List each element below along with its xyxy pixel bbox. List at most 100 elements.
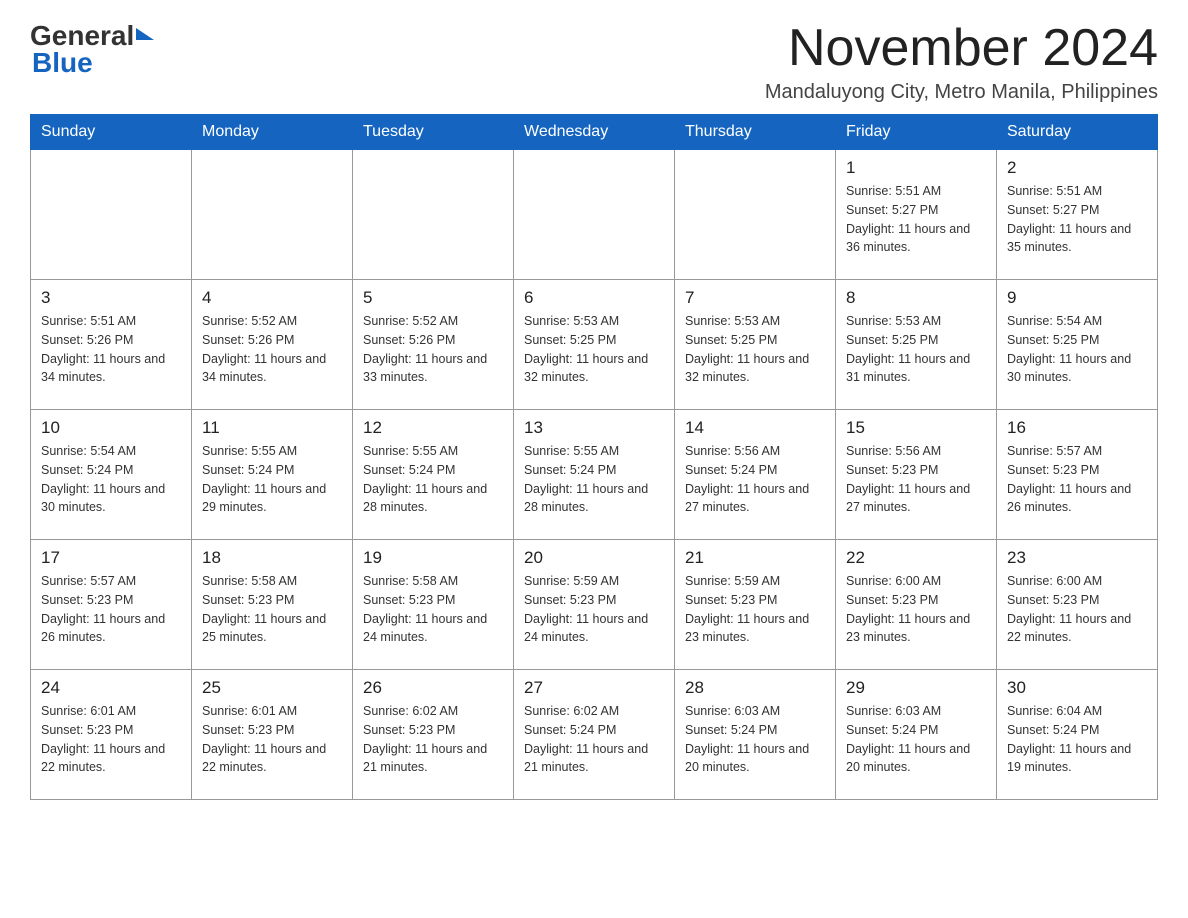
day-info: Sunrise: 5:51 AMSunset: 5:26 PMDaylight:… [41,312,181,387]
day-info: Sunrise: 5:55 AMSunset: 5:24 PMDaylight:… [524,442,664,517]
day-info: Sunrise: 6:03 AMSunset: 5:24 PMDaylight:… [846,702,986,777]
calendar-cell: 20 Sunrise: 5:59 AMSunset: 5:23 PMDayligh… [514,540,675,670]
calendar-cell: 5 Sunrise: 5:52 AMSunset: 5:26 PMDaylight… [353,280,514,410]
calendar-cell: 3 Sunrise: 5:51 AMSunset: 5:26 PMDaylight… [31,280,192,410]
calendar-cell: 25 Sunrise: 6:01 AMSunset: 5:23 PMDayligh… [192,670,353,800]
day-number: 7 [685,288,825,308]
calendar-cell: 12 Sunrise: 5:55 AMSunset: 5:24 PMDayligh… [353,410,514,540]
day-number: 22 [846,548,986,568]
day-info: Sunrise: 6:04 AMSunset: 5:24 PMDaylight:… [1007,702,1147,777]
calendar-cell: 23 Sunrise: 6:00 AMSunset: 5:23 PMDayligh… [997,540,1158,670]
calendar-day-header: Wednesday [514,115,675,150]
day-info: Sunrise: 5:59 AMSunset: 5:23 PMDaylight:… [524,572,664,647]
day-info: Sunrise: 5:53 AMSunset: 5:25 PMDaylight:… [685,312,825,387]
day-info: Sunrise: 6:00 AMSunset: 5:23 PMDaylight:… [1007,572,1147,647]
day-info: Sunrise: 5:59 AMSunset: 5:23 PMDaylight:… [685,572,825,647]
calendar-cell: 2 Sunrise: 5:51 AMSunset: 5:27 PMDaylight… [997,150,1158,280]
day-info: Sunrise: 5:58 AMSunset: 5:23 PMDaylight:… [363,572,503,647]
day-info: Sunrise: 5:52 AMSunset: 5:26 PMDaylight:… [363,312,503,387]
day-info: Sunrise: 6:01 AMSunset: 5:23 PMDaylight:… [202,702,342,777]
day-number: 27 [524,678,664,698]
calendar-cell: 16Sunrise: 5:57 AMSunset: 5:23 PMDayligh… [997,410,1158,540]
location-title: Mandaluyong City, Metro Manila, Philippi… [765,81,1158,104]
day-number: 4 [202,288,342,308]
calendar-cell: 24 Sunrise: 6:01 AMSunset: 5:23 PMDayligh… [31,670,192,800]
day-number: 19 [363,548,503,568]
calendar-day-header: Saturday [997,115,1158,150]
calendar-cell: 30 Sunrise: 6:04 AMSunset: 5:24 PMDayligh… [997,670,1158,800]
calendar-table: SundayMondayTuesdayWednesdayThursdayFrid… [30,114,1158,800]
day-number: 20 [524,548,664,568]
calendar-week-row: 10 Sunrise: 5:54 AMSunset: 5:24 PMDayligh… [31,410,1158,540]
day-number: 2 [1007,158,1147,178]
calendar-cell: 22 Sunrise: 6:00 AMSunset: 5:23 PMDayligh… [836,540,997,670]
day-info: Sunrise: 5:54 AMSunset: 5:24 PMDaylight:… [41,442,181,517]
calendar-cell: 14 Sunrise: 5:56 AMSunset: 5:24 PMDayligh… [675,410,836,540]
day-number: 6 [524,288,664,308]
day-info: Sunrise: 6:01 AMSunset: 5:23 PMDaylight:… [41,702,181,777]
calendar-cell: 26Sunrise: 6:02 AMSunset: 5:23 PMDayligh… [353,670,514,800]
calendar-cell: 15 Sunrise: 5:56 AMSunset: 5:23 PMDayligh… [836,410,997,540]
day-info: Sunrise: 5:56 AMSunset: 5:24 PMDaylight:… [685,442,825,517]
calendar-cell [31,150,192,280]
calendar-header-row: SundayMondayTuesdayWednesdayThursdayFrid… [31,115,1158,150]
day-info: Sunrise: 5:55 AMSunset: 5:24 PMDaylight:… [202,442,342,517]
day-info: Sunrise: 6:00 AMSunset: 5:23 PMDaylight:… [846,572,986,647]
calendar-cell [192,150,353,280]
calendar-week-row: 17Sunrise: 5:57 AMSunset: 5:23 PMDayligh… [31,540,1158,670]
calendar-cell: 28 Sunrise: 6:03 AMSunset: 5:24 PMDayligh… [675,670,836,800]
calendar-cell: 10 Sunrise: 5:54 AMSunset: 5:24 PMDayligh… [31,410,192,540]
day-number: 8 [846,288,986,308]
calendar-cell: 1Sunrise: 5:51 AMSunset: 5:27 PMDaylight… [836,150,997,280]
day-number: 3 [41,288,181,308]
day-info: Sunrise: 5:56 AMSunset: 5:23 PMDaylight:… [846,442,986,517]
calendar-cell: 7 Sunrise: 5:53 AMSunset: 5:25 PMDaylight… [675,280,836,410]
day-info: Sunrise: 6:03 AMSunset: 5:24 PMDaylight:… [685,702,825,777]
calendar-day-header: Sunday [31,115,192,150]
day-number: 13 [524,418,664,438]
day-info: Sunrise: 5:58 AMSunset: 5:23 PMDaylight:… [202,572,342,647]
calendar-week-row: 24 Sunrise: 6:01 AMSunset: 5:23 PMDayligh… [31,670,1158,800]
day-number: 21 [685,548,825,568]
day-number: 5 [363,288,503,308]
calendar-cell [353,150,514,280]
calendar-day-header: Friday [836,115,997,150]
calendar-week-row: 3 Sunrise: 5:51 AMSunset: 5:26 PMDaylight… [31,280,1158,410]
day-number: 24 [41,678,181,698]
calendar-cell: 27Sunrise: 6:02 AMSunset: 5:24 PMDayligh… [514,670,675,800]
day-number: 14 [685,418,825,438]
day-number: 12 [363,418,503,438]
calendar-cell: 21 Sunrise: 5:59 AMSunset: 5:23 PMDayligh… [675,540,836,670]
day-info: Sunrise: 5:51 AMSunset: 5:27 PMDaylight:… [1007,182,1147,257]
day-number: 11 [202,418,342,438]
calendar-cell: 18Sunrise: 5:58 AMSunset: 5:23 PMDayligh… [192,540,353,670]
day-info: Sunrise: 5:54 AMSunset: 5:25 PMDaylight:… [1007,312,1147,387]
day-number: 25 [202,678,342,698]
day-info: Sunrise: 5:53 AMSunset: 5:25 PMDaylight:… [846,312,986,387]
day-info: Sunrise: 5:52 AMSunset: 5:26 PMDaylight:… [202,312,342,387]
day-info: Sunrise: 5:57 AMSunset: 5:23 PMDaylight:… [41,572,181,647]
day-info: Sunrise: 5:51 AMSunset: 5:27 PMDaylight:… [846,182,986,257]
day-number: 15 [846,418,986,438]
calendar-cell: 6 Sunrise: 5:53 AMSunset: 5:25 PMDaylight… [514,280,675,410]
logo-flag-icon [136,28,154,40]
page-header: General Blue November 2024 Mandaluyong C… [30,20,1158,104]
day-number: 10 [41,418,181,438]
calendar-day-header: Tuesday [353,115,514,150]
calendar-cell: 17Sunrise: 5:57 AMSunset: 5:23 PMDayligh… [31,540,192,670]
day-number: 29 [846,678,986,698]
day-number: 9 [1007,288,1147,308]
calendar-cell [675,150,836,280]
day-info: Sunrise: 5:55 AMSunset: 5:24 PMDaylight:… [363,442,503,517]
day-number: 28 [685,678,825,698]
day-info: Sunrise: 5:57 AMSunset: 5:23 PMDaylight:… [1007,442,1147,517]
calendar-cell: 19 Sunrise: 5:58 AMSunset: 5:23 PMDayligh… [353,540,514,670]
day-number: 23 [1007,548,1147,568]
day-info: Sunrise: 5:53 AMSunset: 5:25 PMDaylight:… [524,312,664,387]
calendar-day-header: Monday [192,115,353,150]
calendar-cell [514,150,675,280]
day-number: 30 [1007,678,1147,698]
logo: General Blue [30,20,154,79]
month-title: November 2024 [765,20,1158,77]
calendar-week-row: 1Sunrise: 5:51 AMSunset: 5:27 PMDaylight… [31,150,1158,280]
